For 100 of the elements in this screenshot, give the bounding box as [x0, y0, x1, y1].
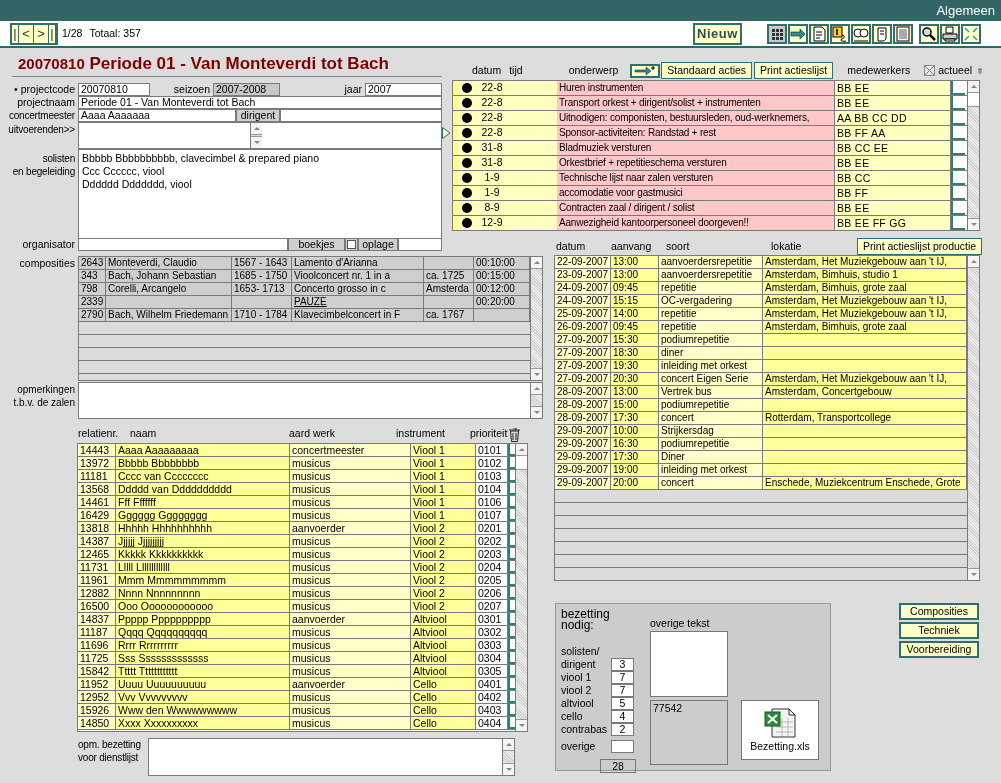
row-handle[interactable] — [508, 483, 515, 495]
nav-button[interactable]: | — [49, 24, 56, 43]
scrollbar[interactable] — [515, 444, 527, 731]
nav-button[interactable]: < — [19, 24, 34, 43]
row-handle[interactable] — [508, 600, 515, 612]
current-checkbox[interactable] — [924, 65, 936, 76]
row-handle[interactable] — [508, 626, 515, 638]
standard-actions-button[interactable]: Standaard acties — [661, 62, 753, 79]
organizer-field[interactable] — [78, 238, 288, 251]
row-handle[interactable] — [508, 665, 515, 677]
row-handle[interactable] — [508, 535, 515, 547]
row-handle[interactable] — [508, 548, 515, 560]
row-handle[interactable] — [508, 457, 515, 469]
toolbar-button[interactable] — [767, 23, 787, 44]
count-field[interactable] — [611, 740, 634, 753]
table-cell: 14461 — [78, 496, 116, 508]
conductor-field[interactable] — [280, 109, 442, 122]
count-field[interactable]: 5 — [611, 697, 634, 710]
row-checkbox[interactable] — [951, 111, 965, 125]
row-checkbox[interactable] — [951, 171, 965, 185]
soloists-field[interactable]: Bbbbb Bbbbbbbbbb, clavecimbel & prepared piano Ccc Cccccc, viool Dddddd Ddddddd, viool — [78, 149, 442, 240]
add-action-button[interactable] — [630, 63, 661, 78]
row-handle[interactable] — [508, 717, 515, 729]
section-button[interactable]: Composities — [899, 603, 979, 620]
row-checkbox[interactable] — [951, 216, 965, 230]
record-counter: 1/28 — [62, 25, 83, 41]
table-cell: 15:15 — [611, 295, 659, 307]
nav-button[interactable]: > — [34, 24, 49, 43]
table-cell: 00:12:00 — [474, 283, 530, 295]
projectcode-field[interactable]: 20070810 — [78, 83, 150, 96]
print-run-field[interactable] — [398, 238, 442, 251]
toolbar-button[interactable] — [940, 23, 960, 44]
trash-icon[interactable] — [509, 428, 521, 442]
toolbar-button[interactable] — [851, 23, 871, 44]
booklets-checkbox[interactable] — [345, 238, 358, 251]
row-checkbox[interactable] — [951, 81, 965, 95]
table-cell-text: 31-8 — [480, 140, 504, 156]
other-text-field[interactable] — [650, 631, 728, 697]
table-cell: 13:00 — [611, 386, 659, 398]
count-field[interactable]: 7 — [611, 684, 634, 697]
row-handle[interactable] — [508, 613, 515, 625]
count-field[interactable]: 2 — [611, 723, 634, 736]
toolbar-button[interactable] — [919, 23, 939, 44]
section-button[interactable]: Techniek — [899, 622, 979, 639]
scrollbar[interactable] — [250, 123, 262, 148]
row-handle[interactable] — [508, 691, 515, 703]
row-handle[interactable] — [508, 678, 515, 690]
table-cell: 0102 — [476, 457, 508, 469]
row-checkbox[interactable] — [951, 126, 965, 140]
row-handle[interactable] — [508, 652, 515, 664]
count-field[interactable]: 3 — [611, 658, 634, 671]
project-name-field[interactable]: Periode 01 - Van Monteverdi tot Bach — [78, 96, 442, 109]
file-attachment[interactable]: Bezetting.xls — [741, 700, 819, 760]
scrollbar[interactable] — [530, 257, 542, 380]
row-handle[interactable] — [508, 522, 515, 534]
row-handle[interactable] — [508, 509, 515, 521]
table-cell: 0305 — [476, 665, 508, 677]
table-cell: Mmm Mmmmmmmmm — [116, 574, 290, 586]
row-handle[interactable] — [508, 444, 515, 456]
print-actions-button[interactable]: Print actieslijst — [754, 62, 834, 79]
table-cell: inleiding met orkest — [659, 464, 763, 476]
scrollbar[interactable] — [502, 739, 514, 775]
count-field[interactable]: 7 — [611, 671, 634, 684]
expand-arrow-icon[interactable] — [442, 127, 451, 139]
print-production-button[interactable]: Print actieslijst productie — [857, 238, 983, 255]
row-handle[interactable] — [508, 704, 515, 716]
table-cell: 11187 — [78, 626, 116, 638]
row-handle[interactable] — [508, 574, 515, 586]
scrollbar[interactable] — [530, 383, 542, 418]
table-cell: 0202 — [476, 535, 508, 547]
row-handle[interactable] — [508, 561, 515, 573]
row-checkbox[interactable] — [951, 96, 965, 110]
table-cell: 0203 — [476, 548, 508, 560]
table-cell: musicus — [290, 639, 411, 651]
count-field[interactable]: 4 — [611, 710, 634, 723]
table-cell: repetitie — [659, 282, 763, 294]
row-handle[interactable] — [508, 496, 515, 508]
scrollbar[interactable] — [967, 81, 979, 230]
table-cell: 11961 — [78, 574, 116, 586]
search-icon — [921, 25, 937, 42]
year-field[interactable]: 2007 — [365, 83, 442, 96]
row-checkbox[interactable] — [951, 156, 965, 170]
toolbar-button[interactable] — [788, 23, 808, 44]
row-handle[interactable] — [508, 639, 515, 651]
row-checkbox[interactable] — [951, 201, 965, 215]
staffing-remark-field[interactable] — [148, 738, 515, 776]
row-checkbox[interactable] — [951, 186, 965, 200]
performers-field[interactable] — [78, 122, 442, 149]
scrollbar[interactable] — [967, 256, 979, 580]
section-button[interactable]: Voorbereiding — [899, 641, 979, 658]
row-handle[interactable] — [508, 587, 515, 599]
row-checkbox[interactable] — [951, 141, 965, 155]
table-cell: accomodatie voor gastmusici — [557, 186, 835, 200]
season-field[interactable]: 2007-2008 — [213, 83, 280, 96]
code-field: 77542 — [650, 699, 728, 765]
remarks-field[interactable] — [78, 382, 543, 419]
new-button[interactable]: Nieuw — [693, 22, 742, 45]
toolbar-button[interactable] — [830, 23, 850, 44]
row-handle[interactable] — [508, 470, 515, 482]
concertmaster-field[interactable]: Aaaa Aaaaaaa — [78, 109, 236, 122]
